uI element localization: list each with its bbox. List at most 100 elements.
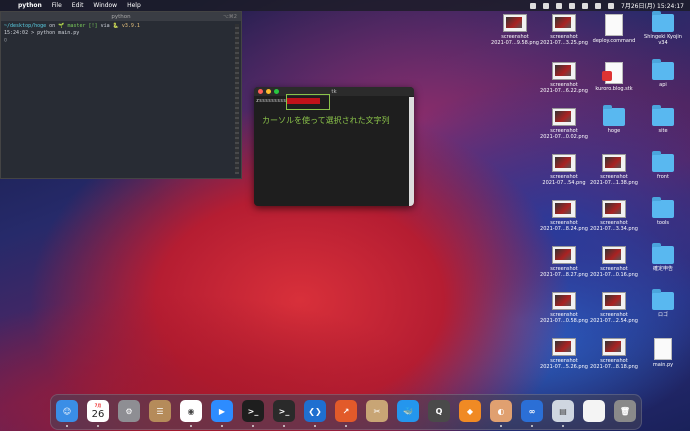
terminal-window[interactable]: python ⌥⌘2 ~/desktop/hoge on 🌱 master [!… bbox=[0, 11, 242, 179]
status-icon-2[interactable] bbox=[543, 2, 549, 9]
infinity-icon[interactable]: ∞ bbox=[521, 400, 543, 422]
desktop-icon-folder[interactable]: front bbox=[637, 151, 689, 180]
desktop-icon-folder[interactable]: hoge bbox=[588, 105, 640, 134]
running-indicator bbox=[221, 425, 223, 427]
docker-icon[interactable]: 🐳 bbox=[397, 400, 419, 422]
tk-window[interactable]: tk zsssssssss カーソルを使って選択された文字列 bbox=[254, 87, 414, 206]
calendar-day: 26 bbox=[91, 408, 105, 420]
desktop-icon-thumb[interactable]: screenshot 2021-07...5.26.png bbox=[538, 338, 590, 370]
desktop-icon-thumb[interactable]: screenshot 2021-07...8.27.png bbox=[538, 246, 590, 278]
terminal-output[interactable]: ~/desktop/hoge on 🌱 master [!] via 🐍 v3.… bbox=[1, 21, 241, 46]
desktop-icon-label: Shingeki Kyojin v34 bbox=[644, 34, 682, 46]
image-file-icon bbox=[552, 338, 576, 356]
contacts-icon[interactable]: ☰ bbox=[149, 400, 171, 422]
desktop-icon-thumb[interactable]: screenshot 2021-07...3.34.png bbox=[588, 200, 640, 232]
zoom-icon[interactable]: ▶ bbox=[211, 400, 233, 422]
document-icon[interactable] bbox=[583, 400, 605, 422]
terminal-scrollbar[interactable] bbox=[235, 24, 239, 174]
annotation-caption: カーソルを使って選択された文字列 bbox=[262, 116, 390, 125]
git-icon[interactable]: ◆ bbox=[459, 400, 481, 422]
folder-icon bbox=[603, 105, 625, 126]
desktop-icon-thumb[interactable]: screenshot 2021-07...3.25.png bbox=[538, 14, 590, 46]
desktop-icon-label: main.py bbox=[652, 362, 674, 368]
status-icon-1[interactable] bbox=[530, 2, 536, 9]
zoom-button[interactable] bbox=[274, 89, 279, 94]
finder-icon[interactable]: ☺ bbox=[56, 400, 78, 422]
desktop-icon-thumb[interactable]: screenshot 2021-07...0.58.png bbox=[538, 292, 590, 324]
trash-icon[interactable]: 🗑 bbox=[614, 400, 636, 422]
desktop-icon-thumb[interactable]: screenshot 2021-07...8.24.png bbox=[538, 200, 590, 232]
search-icon[interactable] bbox=[595, 2, 601, 9]
desktop-icon-folder[interactable]: tools bbox=[637, 197, 689, 226]
document-icon bbox=[654, 338, 672, 360]
selection-annotation-box bbox=[286, 94, 330, 110]
desktop-icon-folder[interactable]: ロゴ bbox=[637, 289, 689, 318]
calendar-icon[interactable]: 7月 26 bbox=[87, 400, 109, 422]
close-button[interactable] bbox=[258, 89, 263, 94]
desktop-icon-label: screenshot 2021-07...1.38.png bbox=[590, 174, 638, 186]
tk-titlebar[interactable]: tk bbox=[254, 87, 414, 96]
dock: ☺ 7月 26 ⚙ ☰ ◉ ▶ >_ >_ ❮❯ ↗ ✂ 🐳 Q ◆ ◐ ∞ ▤ 🗑 bbox=[50, 394, 642, 430]
desktop-icon-label: screenshot 2021-07...0.16.png bbox=[590, 266, 638, 278]
desktop-icon-folder[interactable]: site bbox=[637, 105, 689, 134]
menu-file[interactable]: File bbox=[52, 2, 62, 9]
terminal-line-1: ~/desktop/hoge on 🌱 master [!] via 🐍 v3.… bbox=[4, 23, 238, 30]
control-center-icon[interactable] bbox=[608, 2, 614, 9]
desktop-icon-label: screenshot 2021-07...8.24.png bbox=[540, 220, 588, 232]
image-file-icon bbox=[552, 62, 576, 80]
battery-icon[interactable] bbox=[582, 2, 588, 9]
menu-app-name[interactable]: python bbox=[18, 2, 42, 9]
menu-window[interactable]: Window bbox=[93, 2, 117, 9]
terminal-shortcut: ⌥⌘2 bbox=[223, 13, 237, 20]
wifi-icon[interactable] bbox=[569, 2, 575, 9]
desktop-icon-doc[interactable]: deploy.command bbox=[588, 14, 640, 44]
quicktime-icon[interactable]: Q bbox=[428, 400, 450, 422]
vscode-icon[interactable]: ❮❯ bbox=[304, 400, 326, 422]
minimize-button[interactable] bbox=[266, 89, 271, 94]
desktop-icon-folder[interactable]: Shingeki Kyojin v34 bbox=[637, 11, 689, 46]
desktop-icon-doc[interactable]: main.py bbox=[637, 338, 689, 368]
image-file-icon bbox=[552, 200, 576, 218]
tk-entry-field[interactable]: zsssssssss bbox=[256, 98, 406, 104]
menu-edit[interactable]: Edit bbox=[72, 2, 84, 9]
terminal-titlebar[interactable]: python ⌥⌘2 bbox=[1, 12, 241, 21]
desktop-icon-thumb[interactable]: screenshot 2021-07...9.58.png bbox=[489, 14, 541, 46]
desktop-icon-label: screenshot 2021-07...0.58.png bbox=[540, 312, 588, 324]
tk-scrollbar[interactable] bbox=[409, 97, 414, 206]
desktop-icon-label: api bbox=[659, 82, 667, 88]
desktop-icon-folder[interactable]: api bbox=[637, 59, 689, 88]
chrome-icon[interactable]: ◉ bbox=[180, 400, 202, 422]
folder-icon bbox=[652, 197, 674, 218]
folder-icon bbox=[652, 59, 674, 80]
desktop-icon-label: hoge bbox=[607, 128, 621, 134]
running-indicator bbox=[252, 425, 254, 427]
image-file-icon bbox=[552, 14, 576, 32]
preview-icon[interactable]: ◐ bbox=[490, 400, 512, 422]
running-indicator bbox=[66, 425, 68, 427]
terminal-icon[interactable]: >_ bbox=[273, 400, 295, 422]
folder-icon bbox=[652, 11, 674, 32]
status-icon-3[interactable] bbox=[556, 2, 562, 9]
image-file-icon bbox=[552, 108, 576, 126]
terminal-green-icon[interactable]: >_ bbox=[242, 400, 264, 422]
desktop-icon-thumb[interactable]: screenshot 2021-07...0.16.png bbox=[588, 246, 640, 278]
desktop-icon-folder[interactable]: 確定申告 bbox=[637, 243, 689, 272]
desktop-icon-thumb[interactable]: screenshot 2021-07...1.38.png bbox=[588, 154, 640, 186]
desktop-icon-thumb[interactable]: screenshot 2021-07...6.22.png bbox=[538, 62, 590, 94]
desktop-icon-thumb[interactable]: screenshot 2021-07...54.png bbox=[538, 154, 590, 186]
desktop-icon-label: screenshot 2021-07...3.34.png bbox=[590, 220, 638, 232]
desktop-icon-thumb[interactable]: screenshot 2021-07...2.54.png bbox=[588, 292, 640, 324]
desktop-icon-thumb[interactable]: screenshot 2021-07...0.02.png bbox=[538, 108, 590, 140]
desktop-icon-label: screenshot 2021-07...54.png bbox=[542, 174, 586, 186]
activity-icon[interactable]: ↗ bbox=[335, 400, 357, 422]
desktop-icon-thumb[interactable]: screenshot 2021-07...8.18.png bbox=[588, 338, 640, 370]
sketch-icon[interactable]: ✂ bbox=[366, 400, 388, 422]
menu-clock[interactable]: 7月26日(月) 15:24:17 bbox=[621, 1, 684, 10]
image-file-icon bbox=[602, 154, 626, 172]
running-indicator bbox=[97, 425, 99, 427]
menu-help[interactable]: Help bbox=[127, 2, 141, 9]
desktop-icon-docred[interactable]: kuroro.blog.stk bbox=[588, 62, 640, 92]
screenshot-app-icon[interactable]: ▤ bbox=[552, 400, 574, 422]
system-preferences-icon[interactable]: ⚙ bbox=[118, 400, 140, 422]
desktop-icon-label: screenshot 2021-07...6.22.png bbox=[540, 82, 588, 94]
